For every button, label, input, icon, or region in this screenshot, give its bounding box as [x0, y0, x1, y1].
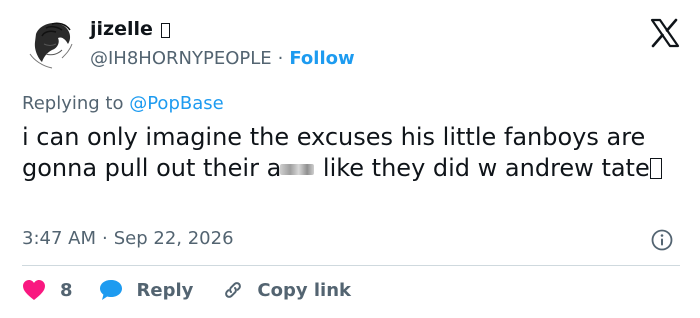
- like-button[interactable]: 8: [22, 279, 73, 301]
- tweet-card: jizelle @IH8HORNYPEOPLE · Follow Replyin…: [0, 0, 700, 318]
- author-name-row: jizelle: [90, 18, 170, 40]
- timestamp-separator: ·: [102, 228, 108, 249]
- unrendered-emoji-glyph-2: [649, 158, 662, 179]
- tweet-text-part-2: like they did w andrew tate: [315, 154, 650, 182]
- replying-to-line: Replying to @PopBase: [22, 93, 224, 115]
- censor-blur: [280, 163, 315, 175]
- handle-row: @IH8HORNYPEOPLE · Follow: [90, 48, 355, 70]
- x-logo-icon[interactable]: [650, 18, 680, 48]
- handle-separator: ·: [277, 48, 284, 69]
- tweet-date[interactable]: Sep 22, 2026: [114, 228, 234, 250]
- info-icon[interactable]: [651, 229, 673, 251]
- copy-link-label: Copy link: [257, 279, 351, 301]
- link-icon: [225, 282, 242, 298]
- tweet-time[interactable]: 3:47 AM: [22, 228, 96, 250]
- action-bar: 8 Reply Copy link: [22, 278, 351, 302]
- user-handle[interactable]: @IH8HORNYPEOPLE: [90, 48, 272, 70]
- replying-to-label: Replying to: [22, 93, 124, 114]
- avatar-sketch-image: [22, 14, 80, 72]
- tweet-text: i can only imagine the excuses his littl…: [22, 122, 687, 184]
- divider: [22, 265, 680, 266]
- reply-button[interactable]: Reply: [99, 279, 194, 301]
- copy-link-button[interactable]: Copy link: [221, 278, 351, 302]
- display-name[interactable]: jizelle: [90, 18, 153, 40]
- reply-label: Reply: [136, 279, 194, 301]
- replying-to-mention[interactable]: @PopBase: [129, 93, 223, 114]
- heart-icon: [23, 280, 45, 300]
- avatar[interactable]: [22, 14, 80, 72]
- like-count: 8: [60, 279, 73, 301]
- follow-button[interactable]: Follow: [289, 48, 354, 70]
- unrendered-emoji-glyph: [160, 22, 170, 38]
- speech-bubble-icon: [99, 280, 122, 300]
- timestamp-row: 3:47 AM · Sep 22, 2026: [22, 228, 234, 250]
